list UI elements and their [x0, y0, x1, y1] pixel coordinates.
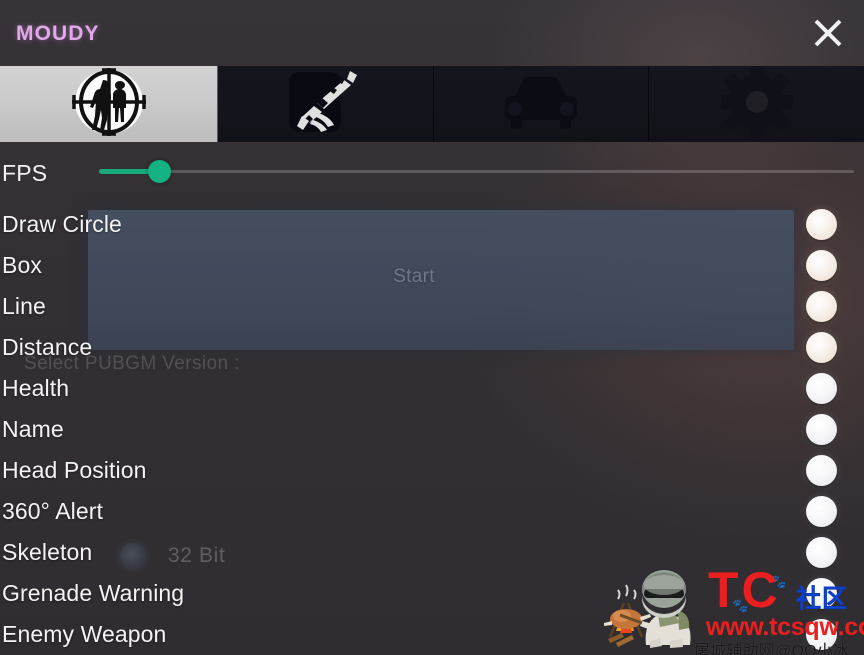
car-icon	[495, 71, 587, 138]
toggle-knob-icon	[806, 250, 837, 281]
option-toggle[interactable]	[806, 291, 837, 322]
option-label: Draw Circle	[2, 211, 122, 237]
app-brand-title: MOUDY	[16, 22, 100, 45]
crosshair-targets-icon	[70, 67, 148, 142]
option-label: 360° Alert	[2, 498, 103, 524]
gear-icon	[715, 66, 799, 142]
toggle-knob-icon	[806, 537, 837, 568]
option-row[interactable]: Grenade Warning	[0, 573, 864, 614]
option-toggle[interactable]	[806, 578, 837, 609]
option-row[interactable]: Health	[0, 368, 864, 409]
tab-bar	[0, 66, 864, 142]
option-row[interactable]: Skeleton	[0, 532, 864, 573]
option-row[interactable]: Distance	[0, 327, 864, 368]
option-toggle[interactable]	[806, 250, 837, 281]
slider-thumb[interactable]	[148, 160, 172, 183]
toggle-knob-icon	[806, 332, 837, 363]
option-row[interactable]: Box	[0, 245, 864, 286]
option-row[interactable]: Name	[0, 409, 864, 450]
toggle-knob-icon	[806, 373, 837, 404]
option-toggle[interactable]	[806, 373, 837, 404]
rifle-icon	[280, 66, 370, 142]
slider-track[interactable]	[99, 170, 854, 173]
option-toggle[interactable]	[806, 209, 837, 240]
option-label: Skeleton	[2, 539, 93, 565]
fps-setting-row: FPS	[0, 142, 864, 204]
option-label: Box	[2, 252, 42, 278]
option-toggle[interactable]	[806, 537, 837, 568]
option-row[interactable]: Draw Circle	[0, 204, 864, 245]
option-label: Name	[2, 416, 64, 442]
toggle-knob-icon	[806, 619, 837, 650]
toggle-knob-icon	[806, 414, 837, 445]
options-list: Draw Circle Box Line Distance Health Name Head…	[0, 204, 864, 655]
option-label: Line	[2, 293, 46, 319]
option-label: Distance	[2, 334, 93, 360]
toggle-knob-icon	[806, 209, 837, 240]
tab-weapon[interactable]	[218, 66, 434, 142]
option-label: Enemy Weapon	[2, 621, 167, 647]
option-row[interactable]: Enemy Weapon	[0, 614, 864, 655]
option-label: Grenade Warning	[2, 580, 185, 606]
option-row[interactable]: Head Position	[0, 450, 864, 491]
option-toggle[interactable]	[806, 496, 837, 527]
option-toggle[interactable]	[806, 455, 837, 486]
tab-vehicle[interactable]	[434, 66, 650, 142]
option-row[interactable]: 360° Alert	[0, 491, 864, 532]
tab-esp[interactable]	[0, 66, 218, 142]
option-toggle[interactable]	[806, 414, 837, 445]
tab-settings[interactable]	[649, 66, 864, 142]
option-label: Head Position	[2, 457, 147, 483]
option-label: Health	[2, 375, 70, 401]
option-toggle[interactable]	[806, 332, 837, 363]
option-row[interactable]: Line	[0, 286, 864, 327]
title-bar: MOUDY	[0, 0, 864, 66]
toggle-knob-icon	[806, 455, 837, 486]
toggle-knob-icon	[806, 496, 837, 527]
toggle-knob-icon	[806, 578, 837, 609]
option-toggle[interactable]	[806, 619, 837, 650]
fps-label: FPS	[2, 160, 48, 186]
close-icon	[809, 14, 847, 52]
app-root: Start Select PUBGM Version : 32 Bit MOUD…	[0, 0, 864, 655]
close-button[interactable]	[804, 9, 852, 57]
fps-slider[interactable]	[99, 160, 854, 183]
toggle-knob-icon	[806, 291, 837, 322]
